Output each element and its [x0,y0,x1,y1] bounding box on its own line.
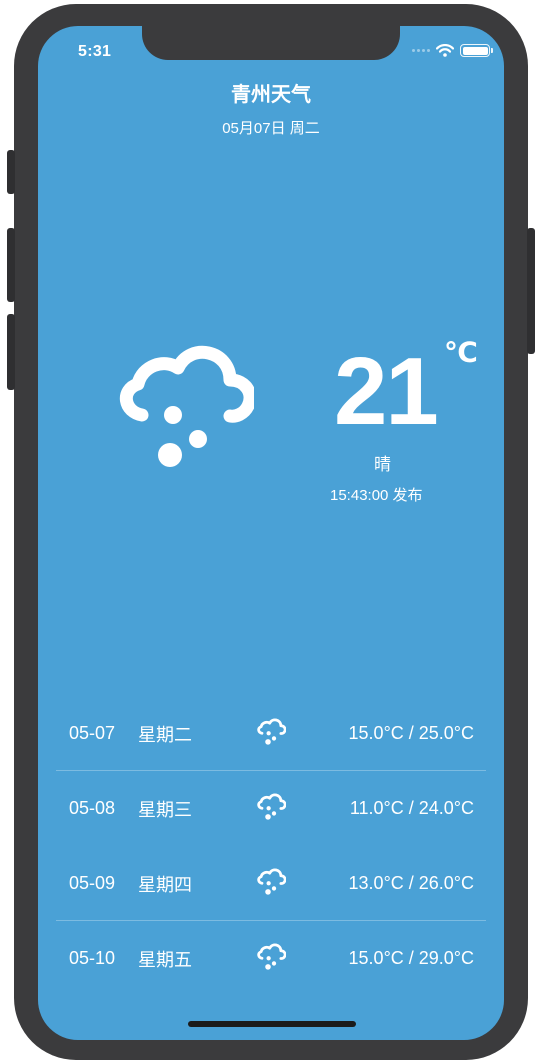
forecast-range: 11.0°C / 24.0°C [349,798,474,818]
city-title: 青州天气 [231,84,311,106]
forecast-date: 05-08 [69,798,116,818]
publish-time: 15:43:00 发布 [330,487,423,504]
volume-up-button [7,228,15,302]
forecast-date: 05-07 [69,723,116,743]
forecast-date: 05-09 [69,873,116,893]
weather-screen: 5:31 青州天气 05月07日 周二 21 ℃ 晴 15:43:00 发布 0… [38,26,504,1040]
forecast-row[interactable]: 05-07 星期二 15.0°C / 25.0°C [56,696,486,771]
forecast-range: 15.0°C / 25.0°C [348,723,474,743]
cloud-hail-icon [257,793,286,820]
current-temperature: 21 [334,338,439,445]
weather-condition: 晴 [374,455,391,474]
forecast-range: 15.0°C / 29.0°C [348,948,474,968]
forecast-row[interactable]: 05-10 星期五 15.0°C / 29.0°C [56,921,486,996]
forecast-weekday: 星期二 [138,724,192,745]
temperature-unit: ℃ [444,337,478,368]
signal-dots-icon [412,49,430,52]
cloud-hail-icon [257,943,286,970]
forecast-weekday: 星期四 [138,874,192,895]
silent-switch [7,150,15,194]
date-line: 05月07日 周二 [222,120,320,137]
cloud-hail-icon [257,718,286,745]
forecast-weekday: 星期五 [138,949,192,970]
forecast-list: 05-07 星期二 15.0°C / 25.0°C 05-08 星期三 11.0… [56,696,486,996]
home-indicator[interactable] [188,1021,356,1027]
wifi-icon [436,44,454,57]
cloud-hail-icon [120,345,254,467]
volume-down-button [7,314,15,390]
status-time: 5:31 [78,43,112,60]
forecast-row[interactable]: 05-09 星期四 13.0°C / 26.0°C [56,846,486,921]
forecast-weekday: 星期三 [138,799,192,820]
forecast-row[interactable]: 05-08 星期三 11.0°C / 24.0°C [56,771,486,846]
status-icons [412,44,493,57]
notch [142,26,400,60]
forecast-date: 05-10 [69,948,116,968]
cloud-hail-icon [257,868,286,895]
power-button [527,228,535,354]
battery-icon [460,44,493,57]
forecast-range: 13.0°C / 26.0°C [348,873,474,893]
